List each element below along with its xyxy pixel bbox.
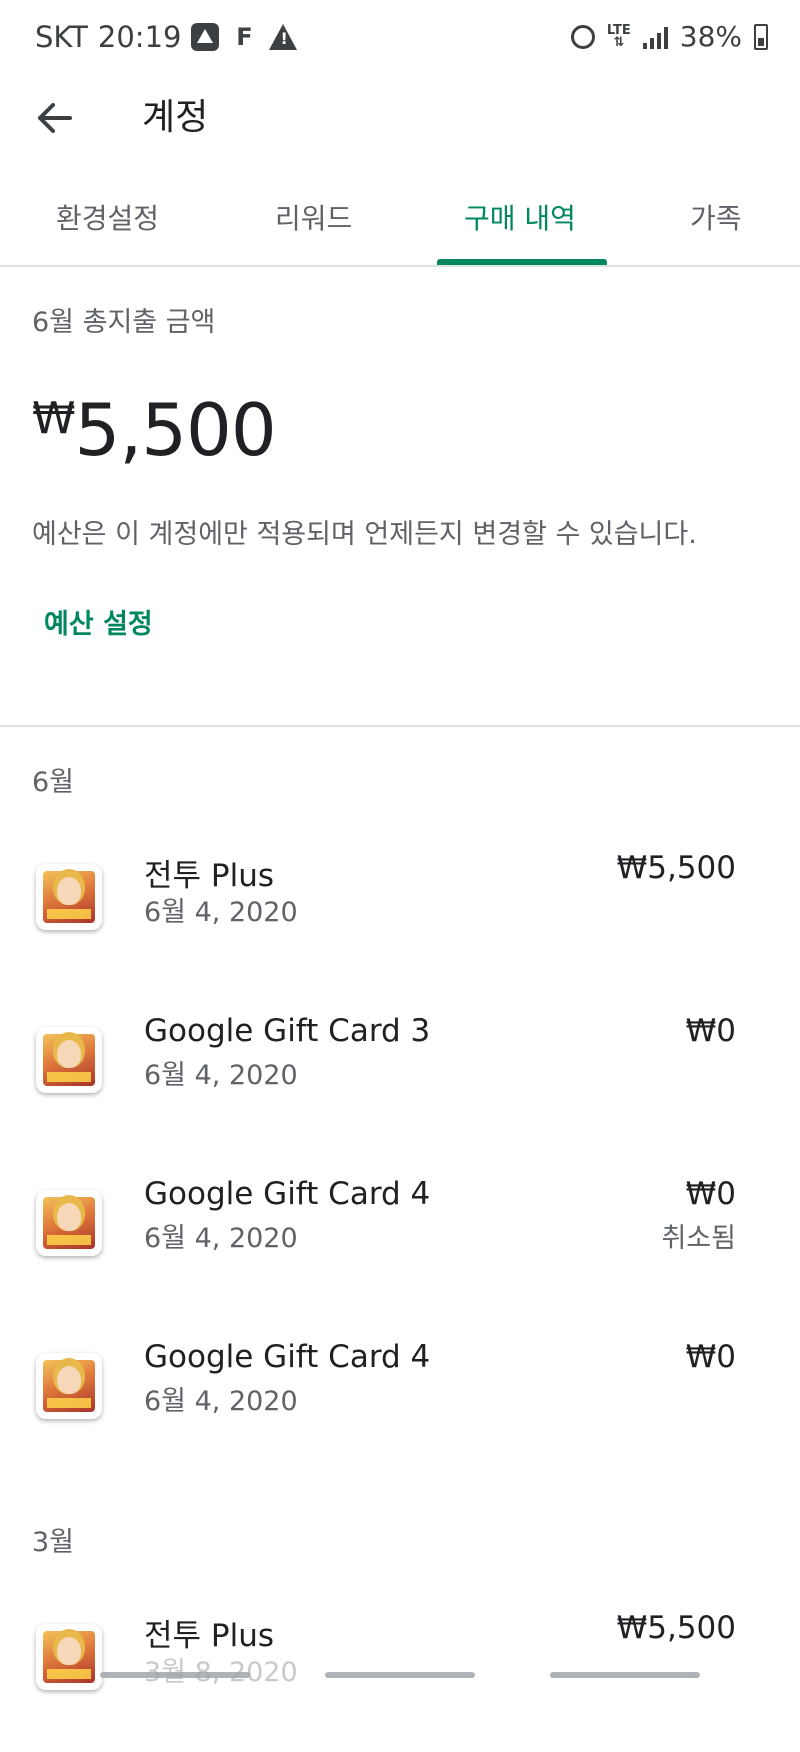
item-price: ₩0 [685,1013,736,1049]
battery-percent: 38% [679,20,742,53]
nav-recents-pill[interactable] [100,1672,250,1678]
set-budget-button[interactable]: 예산 설정 [44,602,153,641]
item-name: 전투 Plus [144,1618,274,1654]
item-price: ₩0 [685,1339,736,1375]
warning-icon [269,24,298,50]
signal-icon [642,25,668,49]
app-icon [36,864,102,930]
item-date: 6월 4, 2020 [144,1060,298,1091]
purchase-row[interactable]: Google Gift Card 4 6월 4, 2020 ₩0 [0,1339,800,1481]
lte-label: LTE [606,22,631,38]
status-bar: SKT 20:19 F LTE⇅ 38% [0,0,800,80]
item-name: Google Gift Card 4 [144,1339,431,1375]
page-title: 계정 [142,97,209,138]
section-divider [0,725,800,727]
purchase-row[interactable]: Google Gift Card 4 6월 4, 2020 ₩0 취소됨 [0,1176,800,1318]
alarm-icon [570,24,595,49]
spending-amount: ₩5,500 [32,388,277,472]
item-status: 취소됨 [661,1223,736,1254]
lte-icon: LTE ⇅ [606,22,631,50]
item-name: Google Gift Card 4 [144,1176,431,1212]
spending-value: 5,500 [74,388,277,472]
app-icon [36,1027,102,1093]
back-arrow-svg [38,103,72,133]
tab-family[interactable]: 가족 [690,197,742,237]
clock: 20:19 [97,20,182,54]
nav-back-pill[interactable] [550,1672,700,1678]
app-icon-art [43,1034,95,1086]
item-price: ₩0 [685,1176,736,1212]
item-date: 6월 4, 2020 [144,1223,298,1254]
gesture-navigation-bar [0,1668,800,1688]
item-price: ₩5,500 [616,1610,736,1646]
status-right: LTE ⇅ 38% [570,20,768,53]
item-name: Google Gift Card 3 [144,1013,431,1049]
tab-rewards[interactable]: 리워드 [275,197,352,237]
spending-label: 6월 총지출 금액 [32,307,216,338]
item-price: ₩5,500 [616,850,736,886]
currency-symbol: ₩ [32,393,76,444]
status-left: SKT 20:19 F [35,20,298,54]
item-name: 전투 Plus [144,858,274,894]
month-header: 6월 [32,767,75,798]
purchase-row[interactable]: Google Gift Card 3 6월 4, 2020 ₩0 [0,1013,800,1155]
app-icon [36,1190,102,1256]
tab-preferences[interactable]: 환경설정 [56,197,159,237]
active-tab-indicator [437,259,607,265]
battery-charging-icon [754,23,768,50]
app-icon-art [43,1197,95,1249]
budget-note: 예산은 이 계정에만 적용되며 언제든지 변경할 수 있습니다. [32,519,697,550]
f-notification-icon: F [236,23,253,51]
month-header: 3월 [32,1527,75,1558]
carrier-label: SKT [35,20,88,54]
item-date: 6월 4, 2020 [144,897,298,928]
app-icon [36,1353,102,1419]
purchase-row[interactable]: 전투 Plus 6월 4, 2020 ₩5,500 [0,850,800,992]
app-notification-icon [191,23,220,51]
back-arrow-icon[interactable] [28,90,84,146]
item-date: 6월 4, 2020 [144,1386,298,1417]
tab-purchase-history[interactable]: 구매 내역 [464,197,576,237]
nav-home-pill[interactable] [325,1672,475,1678]
tab-bar: 환경설정 리워드 구매 내역 가족 [0,175,800,267]
app-icon-art [43,871,95,923]
app-icon-art [43,1360,95,1412]
